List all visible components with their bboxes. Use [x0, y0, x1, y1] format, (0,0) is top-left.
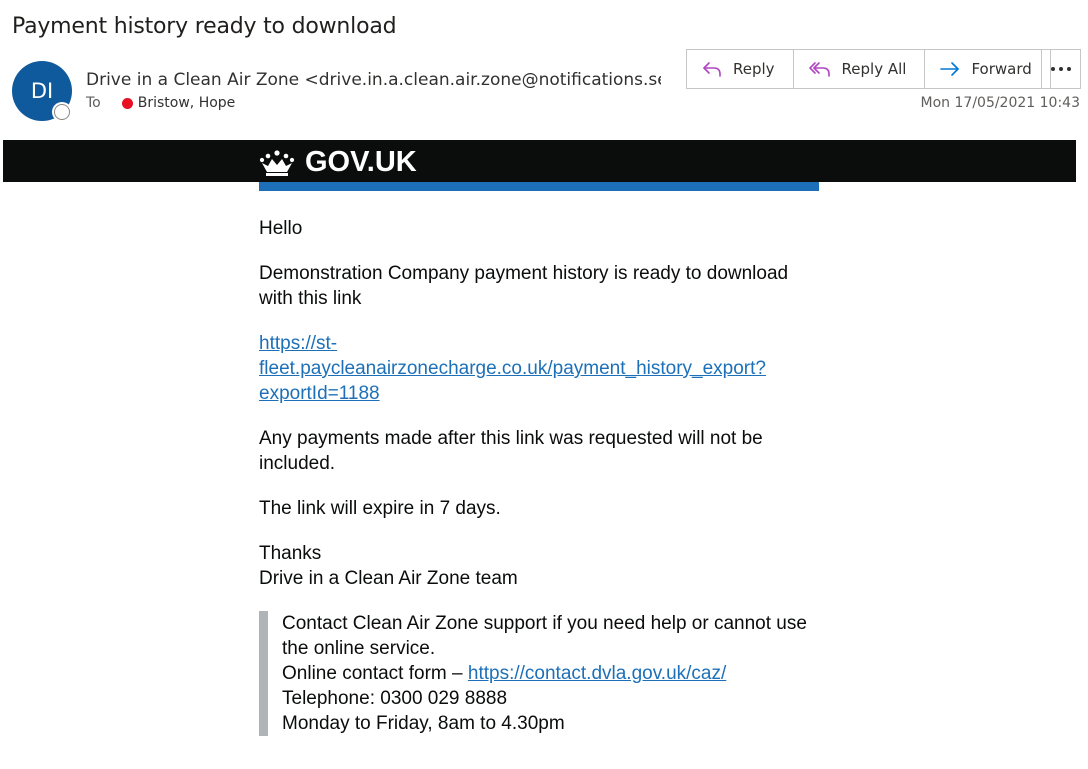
reply-icon: [703, 62, 721, 77]
contact-form-label: Online contact form –: [282, 663, 468, 684]
busy-status-icon: [121, 97, 133, 109]
forward-label: Forward: [971, 60, 1032, 78]
support-telephone: Telephone: 0300 029 8888: [282, 688, 508, 709]
support-hours: Monday to Friday, 8am to 4.30pm: [282, 713, 565, 734]
email-body: Hello Demonstration Company payment hist…: [259, 216, 819, 736]
recipient-name[interactable]: Bristow, Hope: [138, 95, 236, 111]
reply-button[interactable]: Reply: [687, 50, 794, 88]
gov-header-banner: [3, 140, 1076, 182]
gov-brand: GOV.UK: [305, 146, 417, 178]
reply-all-button[interactable]: Reply All: [794, 50, 926, 88]
support-intro: Contact Clean Air Zone support if you ne…: [282, 613, 807, 659]
thanks-text: Thanks: [259, 543, 322, 564]
download-link[interactable]: https://st-fleet.paycleanairzonecharge.c…: [259, 333, 766, 404]
intro-text: Demonstration Company payment history is…: [259, 263, 789, 309]
avatar-initials: DI: [30, 79, 54, 103]
sender-address[interactable]: Drive in a Clean Air Zone <drive.in.a.cl…: [86, 70, 661, 90]
reply-label: Reply: [733, 60, 775, 78]
forward-button[interactable]: Forward: [925, 50, 1049, 88]
payment-note: Any payments made after this link was re…: [259, 428, 763, 474]
to-label: To: [86, 95, 101, 111]
gov-blue-bar: [259, 182, 819, 191]
team-signature: Drive in a Clean Air Zone team: [259, 568, 518, 589]
reply-all-icon: [808, 62, 830, 77]
message-actions: Reply Reply All Forward: [686, 49, 1051, 89]
more-actions-button[interactable]: [1041, 49, 1081, 89]
contact-form-line: Online contact form – https://contact.dv…: [282, 661, 827, 686]
contact-form-link[interactable]: https://contact.dvla.gov.uk/caz/: [468, 663, 726, 684]
recipient-row: To Bristow, Hope: [86, 95, 235, 111]
gov-logo: GOV.UK: [259, 146, 417, 179]
crown-icon: [259, 149, 295, 176]
more-icon: [1051, 67, 1071, 71]
received-date: Mon 17/05/2021 10:43: [920, 95, 1080, 111]
presence-status-icon: [54, 104, 70, 120]
forward-icon: [940, 62, 960, 76]
reply-all-label: Reply All: [841, 60, 907, 78]
support-inset: Contact Clean Air Zone support if you ne…: [259, 611, 827, 736]
email-subject: Payment history ready to download: [12, 14, 397, 39]
greeting: Hello: [259, 218, 303, 239]
expiry-note: The link will expire in 7 days.: [259, 498, 501, 519]
